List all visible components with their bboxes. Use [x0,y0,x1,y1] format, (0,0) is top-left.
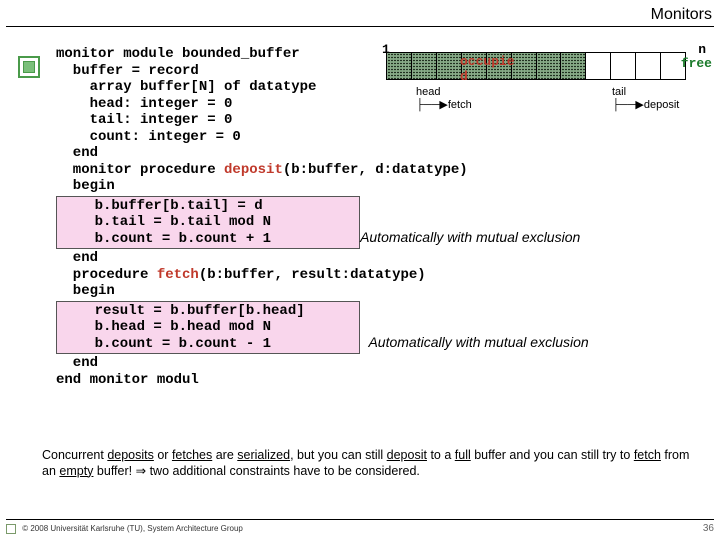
page-title: Monitors [0,0,720,26]
logo-icon [6,524,16,534]
text: empty [59,464,93,478]
text: two additional constraints have to be co… [146,464,420,478]
proc-fetch: fetch [157,267,199,283]
code-line: tail: integer = 0 [56,112,232,128]
copyright-text: © 2008 Universität Karlsruhe (TU), Syste… [22,524,243,533]
text: deposit [387,448,427,462]
cell-free [586,53,611,79]
code-line: end monitor modul [56,372,199,388]
code-line: begin [56,178,115,194]
label-n: n [698,42,706,57]
code-line: array buffer[N] of datatype [56,79,316,95]
cell-occupied [387,53,412,79]
code-line: (b:buffer, d:datatype) [283,162,468,178]
cell-free [611,53,636,79]
footer: © 2008 Universität Karlsruhe (TU), Syste… [6,519,714,534]
tail-label: tail [612,86,626,98]
text: or [154,448,172,462]
code-line: b.buffer[b.tail] = d [61,198,263,214]
code-line: end [56,355,98,371]
mutex-note: Automatically with mutual exclusion [360,229,580,245]
head-pointer: head ├──▶fetch [416,86,472,111]
text: fetch [634,448,661,462]
page-number: 36 [703,523,714,534]
text: buffer! [93,464,135,478]
code-line: monitor procedure [56,162,224,178]
text: d [460,69,468,84]
text: serialized [237,448,290,462]
text: full [455,448,471,462]
code-line: head: integer = 0 [56,96,232,112]
code-line: b.tail = b.tail mod N [61,214,271,230]
code-line: b.head = b.head mod N [61,319,271,335]
proc-deposit: deposit [224,162,283,178]
buffer-diagram: 1 n occupied free head ├──▶fetch tail ├─… [380,46,710,126]
code-line: buffer = record [56,63,199,79]
cell-occupied [437,53,462,79]
buffer-bar [386,52,686,80]
cell-occupied [537,53,562,79]
text: Concurrent [42,448,107,462]
highlight-box: b.buffer[b.tail] = d b.tail = b.tail mod… [56,196,360,250]
tail-pointer: tail ├──▶deposit [612,86,679,111]
footer-left: © 2008 Universität Karlsruhe (TU), Syste… [6,524,243,534]
arrow-icon: ├──▶ [612,99,644,111]
code-line: result = b.buffer[b.head] [61,303,305,319]
cell-occupied [412,53,437,79]
code-line: procedure [56,267,157,283]
text: fetches [172,448,212,462]
code-line: b.count = b.count - 1 [61,336,271,352]
head-label: head [416,86,440,98]
code-line: (b:buffer, result:datatype) [199,267,426,283]
code-line: b.count = b.count + 1 [61,231,271,247]
cell-free [636,53,661,79]
bullet-icon [18,56,40,78]
code-line: end [56,250,98,266]
code-line: begin [56,283,115,299]
code-line: count: integer = 0 [56,129,241,145]
label-occupied: occupied [460,54,515,84]
label-free: free [681,56,712,71]
deposit-label: deposit [644,99,679,111]
cell-occupied [512,53,537,79]
code-line: end [56,145,98,161]
code-line: monitor module bounded_buffer [56,46,300,62]
mutex-note: Automatically with mutual exclusion [368,334,588,350]
text: occupie [460,54,515,69]
fetch-label: fetch [448,99,472,111]
text: deposits [107,448,154,462]
highlight-box: result = b.buffer[b.head] b.head = b.hea… [56,301,360,355]
cell-occupied [561,53,586,79]
arrow-icon: ├──▶ [416,99,448,111]
text: are [212,448,237,462]
divider [6,26,714,27]
text: to a [427,448,455,462]
footnote: Concurrent deposits or fetches are seria… [42,448,704,479]
text: , but you can still [290,448,387,462]
arrow-icon: ⇒ [136,464,146,478]
text: buffer and you can still try to [471,448,634,462]
